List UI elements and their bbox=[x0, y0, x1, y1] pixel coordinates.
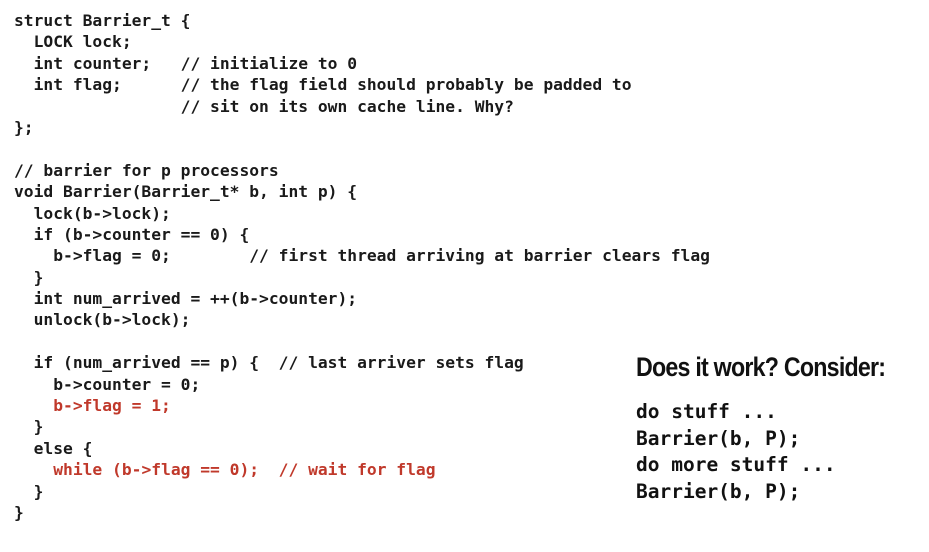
code-line: if (b->counter == 0) { bbox=[14, 224, 250, 244]
barrier-code-listing: struct Barrier_t { LOCK lock; int counte… bbox=[14, 10, 710, 523]
code-line: int flag; // the flag field should proba… bbox=[14, 75, 632, 95]
consider-heading: Does it work? Consider: bbox=[636, 352, 886, 382]
snippet-line: do more stuff ... bbox=[636, 453, 836, 477]
code-line: LOCK lock; bbox=[14, 32, 132, 52]
code-line: lock(b->lock); bbox=[14, 203, 171, 223]
code-line: b->counter = 0; bbox=[14, 374, 201, 394]
snippet-line: Barrier(b, P); bbox=[636, 479, 801, 503]
code-line: int num_arrived = ++(b->counter); bbox=[14, 289, 358, 309]
code-line: } bbox=[14, 481, 44, 501]
code-line: void Barrier(Barrier_t* b, int p) { bbox=[14, 182, 358, 202]
code-line-highlighted: while (b->flag == 0); // wait for flag bbox=[53, 460, 436, 480]
code-line: } bbox=[14, 267, 44, 287]
code-line: // sit on its own cache line. Why? bbox=[14, 96, 514, 116]
consider-snippet: do stuff ... Barrier(b, P); do more stuff … bbox=[636, 399, 926, 505]
code-line: int counter; // initialize to 0 bbox=[14, 53, 358, 73]
snippet-line: do stuff ... bbox=[636, 400, 777, 423]
code-line: struct Barrier_t { bbox=[14, 11, 191, 30]
code-line: else { bbox=[14, 438, 93, 458]
code-line: }; bbox=[14, 117, 34, 137]
loop-indent bbox=[14, 460, 53, 479]
code-line-wait-loop: while (b->flag == 0); // wait for flag bbox=[14, 459, 710, 480]
code-line-highlighted: b->flag = 1; bbox=[14, 396, 171, 416]
consider-panel: Does it work? Consider: do stuff ... Barr… bbox=[636, 352, 926, 505]
code-line: if (num_arrived == p) { // last arriver … bbox=[14, 353, 524, 373]
code-line: } bbox=[14, 417, 44, 437]
code-line: // barrier for p processors bbox=[14, 160, 279, 180]
snippet-line: Barrier(b, P); bbox=[636, 426, 801, 450]
code-line: unlock(b->lock); bbox=[14, 310, 191, 330]
code-line: b->flag = 0; // first thread arriving at… bbox=[14, 246, 710, 266]
code-line: } bbox=[14, 502, 24, 522]
